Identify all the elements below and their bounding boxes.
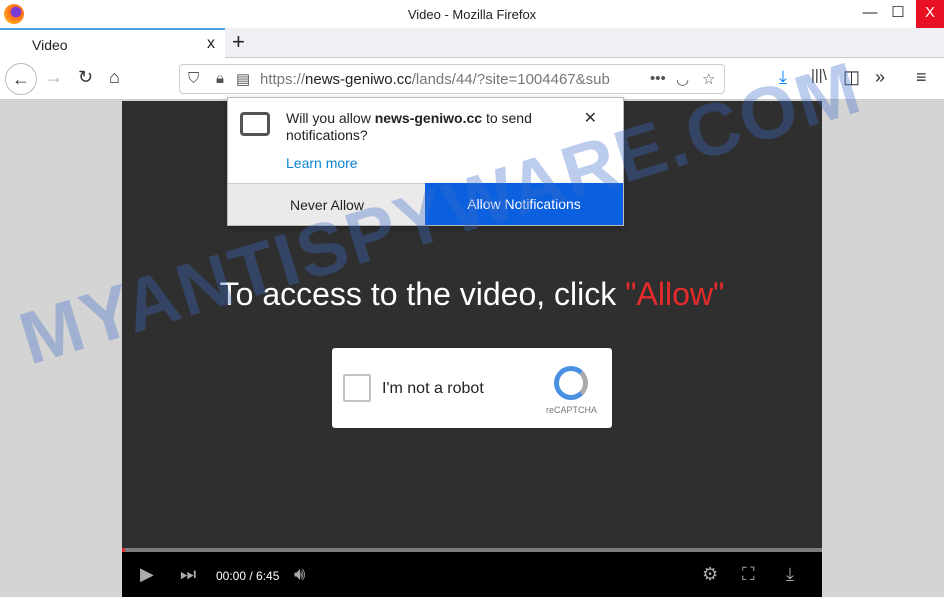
- home-button[interactable]: ⌂: [109, 67, 120, 88]
- play-icon[interactable]: ▶: [140, 564, 154, 585]
- tab-video[interactable]: Video x: [0, 28, 225, 59]
- popup-message: Will you allow news-geniwo.cc to send no…: [286, 110, 532, 143]
- window-title: Video - Mozilla Firefox: [407, 7, 537, 22]
- recaptcha-brand: reCAPTCHA: [546, 405, 598, 415]
- tab-label: Video: [32, 37, 68, 53]
- shield-icon[interactable]: ⛉: [188, 70, 199, 87]
- url-bar[interactable]: ⛉ 🔒︎ ▤ https://news-geniwo.cc/lands/44/?…: [179, 64, 725, 94]
- downloads-icon[interactable]: ⤓: [779, 67, 787, 88]
- pocket-icon[interactable]: ◡: [676, 70, 690, 88]
- lock-icon[interactable]: 🔒︎: [216, 70, 224, 87]
- recaptcha-widget[interactable]: I'm not a robot reCAPTCHA: [332, 348, 612, 428]
- bookmark-star-icon[interactable]: ☆: [702, 70, 716, 88]
- learn-more-link[interactable]: Learn more: [286, 155, 358, 171]
- menu-icon[interactable]: ≡: [916, 67, 927, 88]
- notification-permission-popup: Will you allow news-geniwo.cc to send no…: [227, 97, 624, 226]
- forward-button[interactable]: →: [45, 67, 63, 88]
- captcha-label: I'm not a robot: [382, 380, 484, 397]
- never-allow-button[interactable]: Never Allow: [228, 183, 426, 225]
- download-icon[interactable]: ⤓: [786, 564, 794, 585]
- url-domain: news-geniwo.cc: [305, 71, 412, 88]
- popup-close-button[interactable]: ✕: [584, 108, 597, 128]
- page-actions-icon[interactable]: •••: [646, 70, 670, 87]
- library-icon[interactable]: |||\: [811, 67, 827, 84]
- close-window-button[interactable]: X: [916, 0, 944, 28]
- url-path: /lands/44/?site=1004467&sub: [411, 71, 610, 88]
- close-tab-icon[interactable]: x: [207, 35, 215, 53]
- maximize-button[interactable]: ☐: [884, 0, 912, 28]
- new-tab-button[interactable]: +: [232, 29, 245, 55]
- back-button[interactable]: ←: [5, 63, 37, 95]
- reload-button[interactable]: ↻: [78, 67, 93, 88]
- settings-gear-icon[interactable]: ⚙: [702, 564, 718, 585]
- notification-icon[interactable]: ▤: [236, 70, 250, 88]
- video-controls: ▶ ⏭︎ 00:00 / 6:45 🔊︎ ⚙ ⛶ ⤓: [122, 552, 822, 597]
- minimize-button[interactable]: —: [856, 0, 884, 28]
- volume-icon[interactable]: 🔊︎: [294, 564, 305, 585]
- recaptcha-logo-icon: [554, 366, 588, 400]
- time-display: 00:00 / 6:45: [216, 569, 280, 583]
- next-icon[interactable]: ⏭︎: [180, 564, 196, 585]
- fullscreen-icon[interactable]: ⛶: [742, 564, 755, 585]
- headline: To access to the video, click "Allow": [219, 276, 725, 312]
- firefox-logo-icon: [4, 4, 24, 24]
- url-prefix: https://: [260, 71, 306, 88]
- allow-text: "Allow": [625, 276, 725, 312]
- captcha-checkbox[interactable]: [343, 374, 371, 402]
- sidebar-icon[interactable]: ◫: [843, 67, 860, 88]
- overflow-icon[interactable]: »: [875, 67, 885, 88]
- allow-notifications-button[interactable]: Allow Notifications: [425, 183, 623, 225]
- notification-bubble-icon: [240, 112, 270, 136]
- title-bar: Video - Mozilla Firefox — ☐ X: [0, 0, 944, 28]
